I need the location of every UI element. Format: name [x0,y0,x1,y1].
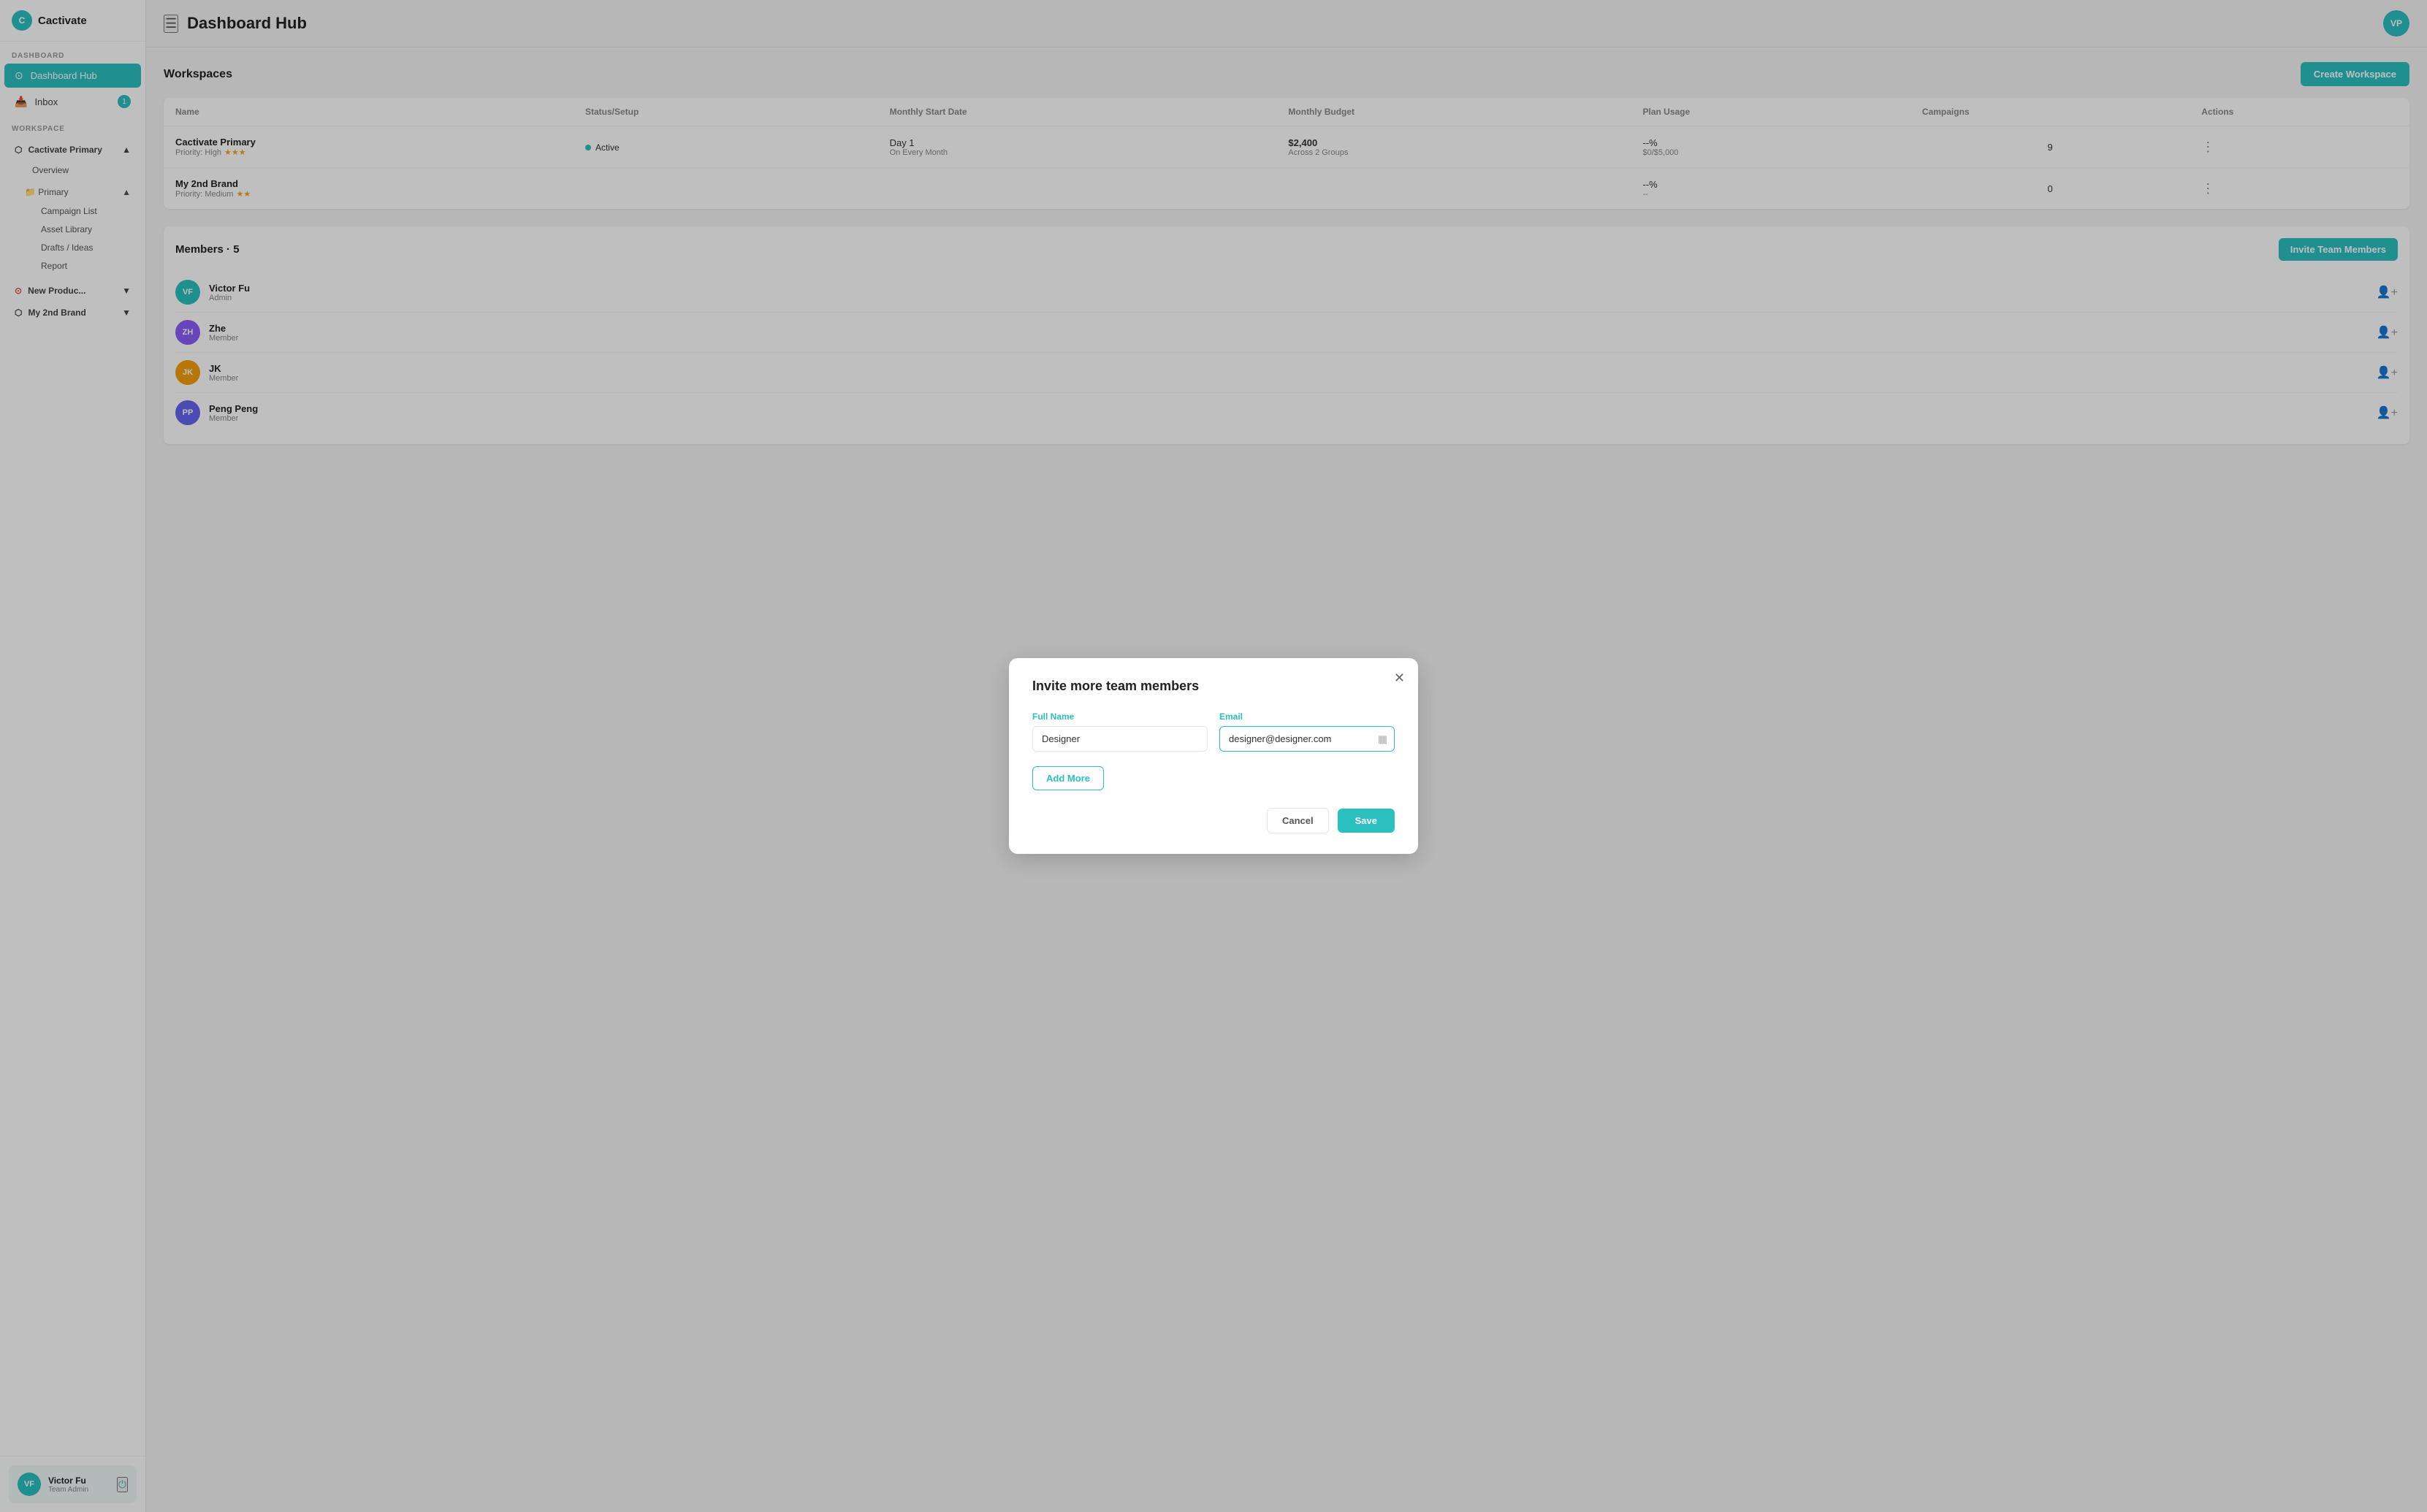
invite-modal: Invite more team members ✕ Full Name Ema… [1009,658,1418,854]
email-label: Email [1219,711,1395,722]
full-name-input[interactable] [1032,726,1208,752]
email-wrapper: ▦ [1219,726,1395,752]
cancel-button[interactable]: Cancel [1267,808,1329,833]
modal-close-button[interactable]: ✕ [1394,671,1405,684]
modal-title: Invite more team members [1032,679,1395,694]
email-icon: ▦ [1378,733,1387,745]
modal-fields: Full Name Email ▦ [1032,711,1395,752]
full-name-label: Full Name [1032,711,1208,722]
modal-footer: Cancel Save [1032,808,1395,833]
email-field-group: Email ▦ [1219,711,1395,752]
email-input[interactable] [1219,726,1395,752]
modal-overlay[interactable]: Invite more team members ✕ Full Name Ema… [0,0,2427,1512]
full-name-field-group: Full Name [1032,711,1208,752]
save-button[interactable]: Save [1338,809,1395,833]
add-more-button[interactable]: Add More [1032,766,1104,790]
